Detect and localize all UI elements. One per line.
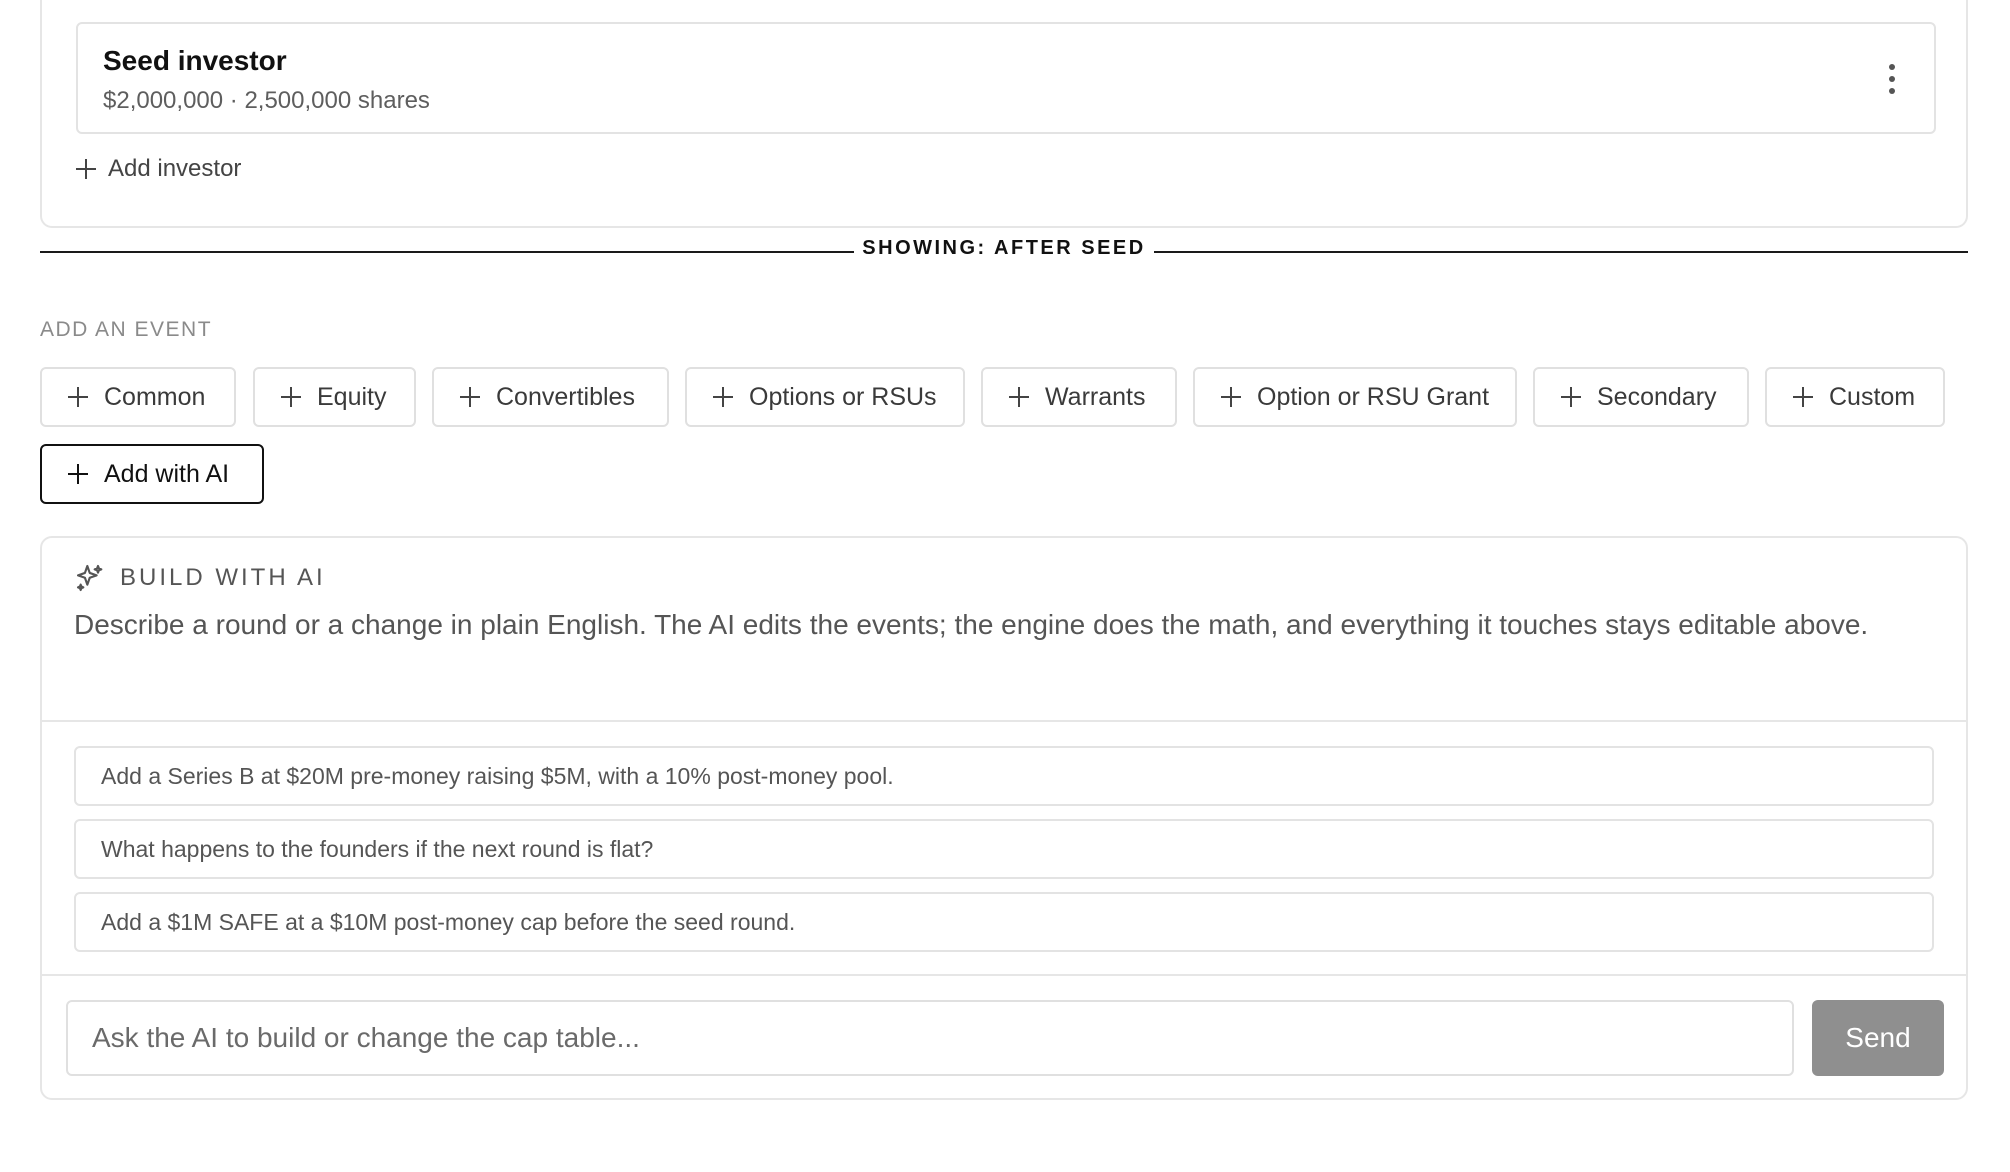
investor-details: $2,000,000 · 2,500,000 shares: [103, 87, 430, 114]
investor-row[interactable]: Seed investor $2,000,000 · 2,500,000 sha…: [76, 22, 1936, 134]
plus-icon: [1793, 387, 1813, 407]
investor-name: Seed investor: [103, 45, 287, 76]
button-label: Option or RSU Grant: [1257, 382, 1490, 411]
build-with-ai-panel: BUILD WITH AI Describe a round or a chan…: [40, 536, 1968, 1100]
plus-icon: [460, 387, 480, 407]
sparkles-icon: [76, 564, 103, 592]
add-secondary-button[interactable]: Secondary: [1533, 367, 1749, 427]
plus-icon: [68, 387, 88, 407]
ai-panel-title: BUILD WITH AI: [120, 564, 326, 591]
button-label: Custom: [1829, 382, 1916, 411]
button-label: Warrants: [1045, 382, 1146, 411]
investors-card: Seed investor $2,000,000 · 2,500,000 sha…: [40, 0, 1968, 228]
add-options-rsus-button[interactable]: Options or RSUs: [685, 367, 965, 427]
add-option-rsu-grant-button[interactable]: Option or RSU Grant: [1193, 367, 1517, 427]
suggestion-chip[interactable]: Add a $1M SAFE at a $10M post-money cap …: [74, 892, 1934, 952]
add-investor-label: Add investor: [108, 155, 242, 182]
suggestion-chip[interactable]: What happens to the founders if the next…: [74, 819, 1934, 879]
add-custom-button[interactable]: Custom: [1765, 367, 1945, 427]
plus-icon: [76, 159, 96, 179]
add-equity-button[interactable]: Equity: [253, 367, 416, 427]
suggestion-chip[interactable]: Add a Series B at $20M pre-money raising…: [74, 746, 1934, 806]
add-warrants-button[interactable]: Warrants: [981, 367, 1177, 427]
ai-panel-description: Describe a round or a change in plain En…: [74, 609, 1869, 640]
panel-divider: [42, 974, 1966, 976]
plus-icon: [1221, 387, 1241, 407]
add-with-ai-button[interactable]: Add with AI: [40, 444, 264, 504]
plus-icon: [1561, 387, 1581, 407]
button-label: Convertibles: [496, 382, 635, 411]
add-convertibles-button[interactable]: Convertibles: [432, 367, 669, 427]
button-label: Add with AI: [104, 459, 230, 488]
button-label: Options or RSUs: [749, 382, 937, 411]
plus-icon: [1009, 387, 1029, 407]
send-button[interactable]: Send: [1812, 1000, 1944, 1076]
button-label: Equity: [317, 382, 387, 411]
button-label: Secondary: [1597, 382, 1717, 411]
plus-icon: [68, 464, 88, 484]
plus-icon: [713, 387, 733, 407]
panel-divider: [42, 720, 1966, 722]
ai-panel-header: BUILD WITH AI: [74, 562, 326, 594]
ai-prompt-input[interactable]: [66, 1000, 1794, 1076]
plus-icon: [281, 387, 301, 407]
add-common-button[interactable]: Common: [40, 367, 236, 427]
scenario-label: SHOWING: AFTER SEED: [862, 237, 1146, 259]
add-event-heading: ADD AN EVENT: [40, 318, 213, 341]
add-investor-button[interactable]: Add investor: [76, 152, 241, 186]
more-options-icon[interactable]: [1880, 64, 1904, 94]
scenario-divider: SHOWING: AFTER SEED: [40, 237, 1968, 259]
button-label: Common: [104, 382, 206, 411]
